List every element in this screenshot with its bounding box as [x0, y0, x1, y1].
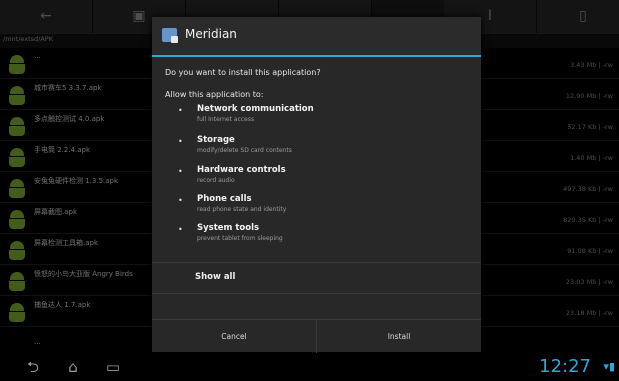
show-all-label: Show all	[195, 272, 236, 282]
cancel-button[interactable]: Cancel	[152, 320, 317, 353]
status-clock: 12:27	[539, 356, 591, 377]
install-dialog: Meridian Do you want to install this app…	[152, 17, 481, 353]
permission-title: Hardware controls	[197, 165, 286, 175]
permissions-heading: Allow this application to:	[165, 90, 264, 99]
permission-description: read phone state and identity	[197, 206, 287, 213]
app-icon	[162, 28, 178, 43]
system-nav-bar: ⮌ ⌂ ▭ 12:27 ▾▮	[0, 353, 619, 381]
permission-title: Network communication	[197, 104, 314, 114]
dialog-title: Meridian	[185, 27, 237, 41]
install-button[interactable]: Install	[317, 320, 481, 353]
bullet-icon: •	[178, 167, 183, 176]
dialog-button-row: Cancel Install	[152, 319, 481, 353]
permission-description: full Internet access	[197, 116, 255, 123]
bullet-icon: •	[178, 196, 183, 205]
recent-apps-icon[interactable]: ▭	[100, 359, 126, 375]
bullet-icon: •	[178, 225, 183, 234]
show-all-button[interactable]: Show all	[152, 262, 481, 294]
permission-title: System tools	[197, 223, 260, 233]
wifi-battery-icon: ▾▮	[603, 360, 615, 373]
permission-description: record audio	[197, 177, 235, 184]
install-question: Do you want to install this application?	[165, 68, 321, 77]
bullet-icon: •	[178, 137, 183, 146]
dialog-header: Meridian	[152, 17, 481, 57]
bullet-icon: •	[178, 106, 183, 115]
permission-title: Phone calls	[197, 194, 252, 204]
permission-description: modify/delete SD card contents	[197, 147, 292, 154]
permission-title: Storage	[197, 135, 235, 145]
back-icon[interactable]: ⮌	[20, 359, 46, 375]
permission-description: prevent tablet from sleeping	[197, 235, 283, 242]
home-icon[interactable]: ⌂	[60, 359, 86, 375]
